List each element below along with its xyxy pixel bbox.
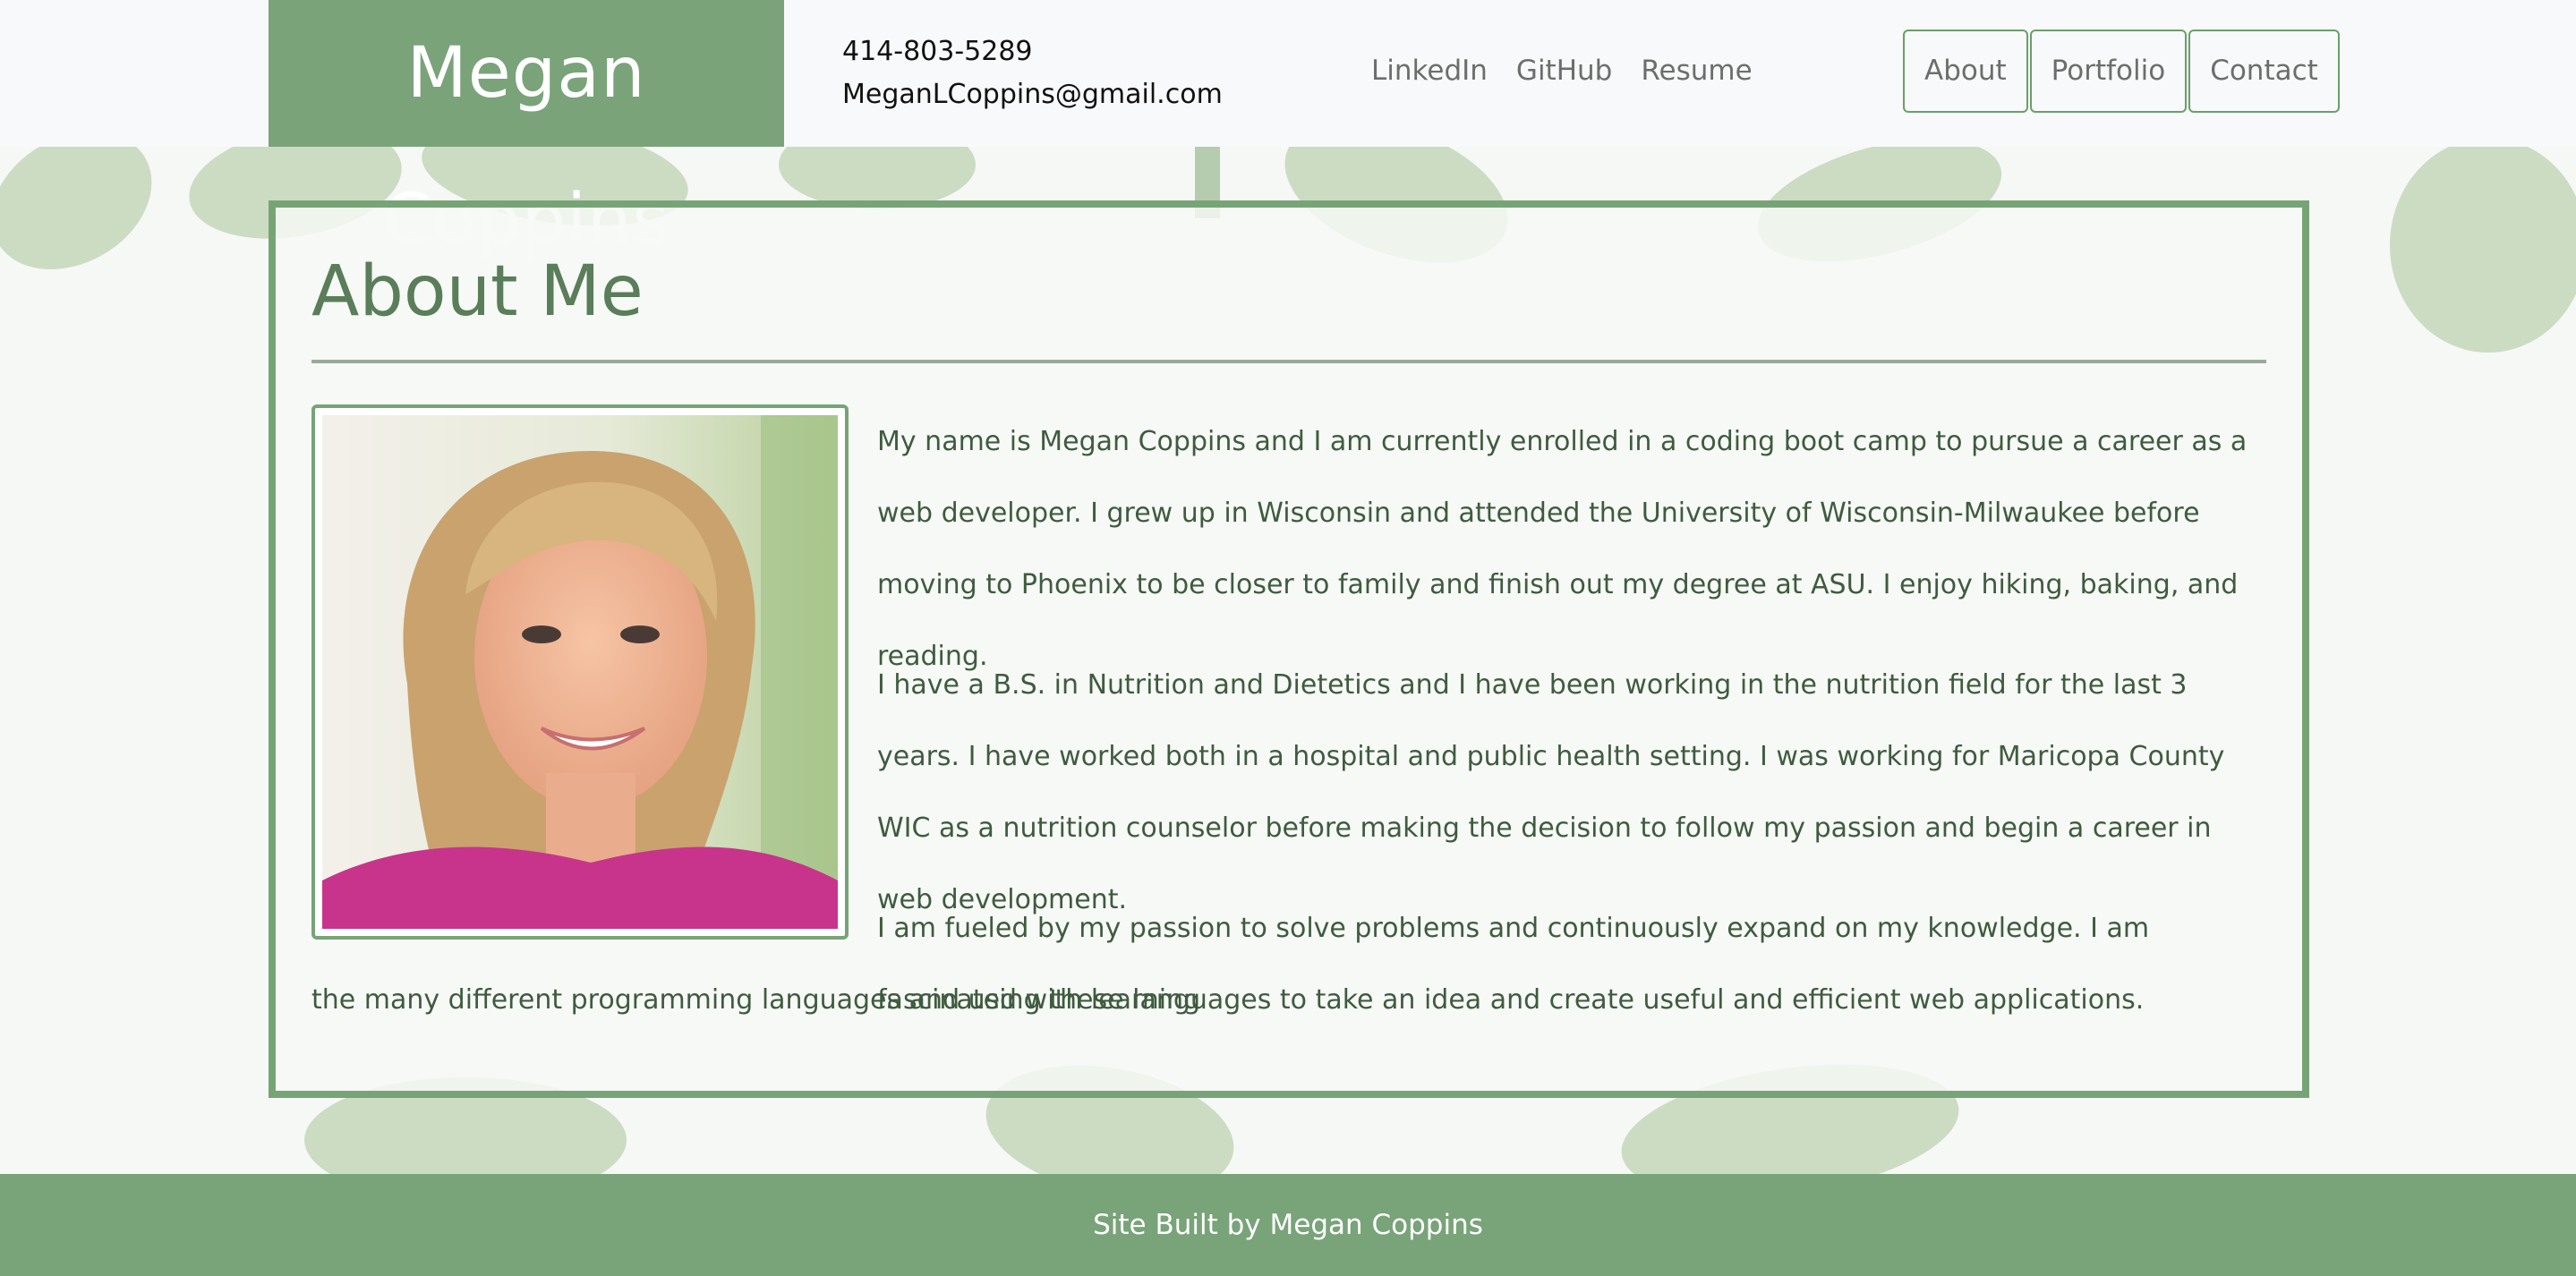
about-title: About Me bbox=[311, 251, 644, 332]
portrait-image bbox=[322, 415, 838, 929]
phone-number: 414-803-5289 bbox=[842, 36, 1033, 67]
linkedin-link[interactable]: LinkedIn bbox=[1371, 49, 1488, 92]
github-link[interactable]: GitHub bbox=[1516, 49, 1612, 92]
contact-info: 414-803-5289 MeganLCoppins@gmail.com bbox=[842, 30, 1223, 116]
portfolio-button[interactable]: Portfolio bbox=[2029, 30, 2188, 113]
profile-photo bbox=[311, 404, 849, 940]
contact-button[interactable]: Contact bbox=[2188, 30, 2340, 113]
brand-name[interactable]: Megan Coppins bbox=[269, 0, 784, 260]
about-button[interactable]: About bbox=[1903, 30, 2028, 113]
resume-link[interactable]: Resume bbox=[1641, 49, 1752, 92]
email-address: MeganLCoppins@gmail.com bbox=[842, 79, 1223, 110]
page-nav: About Portfolio Contact bbox=[1903, 30, 2340, 113]
about-card: About Me My name is Megan Coppins and I … bbox=[269, 200, 2309, 1098]
site-header: Megan Coppins 414-803-5289 MeganLCoppins… bbox=[0, 0, 2576, 260]
site-footer: Site Built by Megan Coppins bbox=[0, 1174, 2576, 1276]
about-paragraph-3-line-2: the many different programming languages… bbox=[311, 984, 2145, 1016]
title-divider bbox=[311, 360, 2266, 363]
external-links: LinkedIn GitHub Resume bbox=[1371, 49, 1753, 92]
